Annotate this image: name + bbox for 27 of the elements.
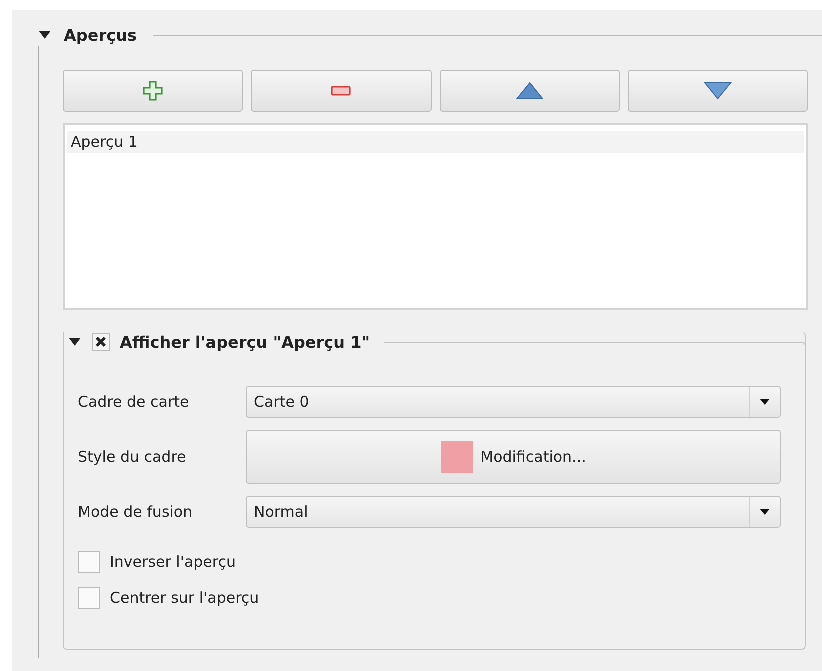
add-button[interactable] xyxy=(63,70,244,112)
minus-icon xyxy=(331,86,352,96)
dropdown[interactable]: Normal xyxy=(246,496,781,528)
collapse-arrow-icon[interactable] xyxy=(68,337,82,347)
plus-icon xyxy=(143,81,164,101)
section-title: Aperçus xyxy=(64,26,137,44)
move-up-button[interactable] xyxy=(440,70,620,112)
checkbox[interactable] xyxy=(92,333,110,351)
checkbox-label: Inverser l'aperçu xyxy=(110,553,236,571)
move-down-button[interactable] xyxy=(628,70,808,112)
checkbox-label: Centrer sur l'aperçu xyxy=(110,589,260,607)
up-triangle-icon xyxy=(516,82,544,100)
checkbox[interactable] xyxy=(78,551,100,573)
dropdown-arrow-icon xyxy=(760,509,770,515)
down-triangle-icon xyxy=(704,82,732,100)
checkbox[interactable] xyxy=(78,587,100,609)
field-label: Cadre de carte xyxy=(78,393,190,411)
style-button[interactable]: Modification... xyxy=(246,430,781,484)
remove-button[interactable] xyxy=(251,70,432,112)
list-item[interactable]: Aperçu 1 xyxy=(67,131,804,153)
collapse-arrow-icon[interactable] xyxy=(38,30,52,40)
group-title: Afficher l'aperçu "Aperçu 1" xyxy=(120,332,370,352)
field-label: Style du cadre xyxy=(78,448,188,466)
dropdown[interactable]: Carte 0 xyxy=(246,386,781,418)
field-label: Mode de fusion xyxy=(78,503,194,521)
dropdown-arrow-icon xyxy=(760,399,770,405)
cross-mark-icon xyxy=(95,336,107,348)
